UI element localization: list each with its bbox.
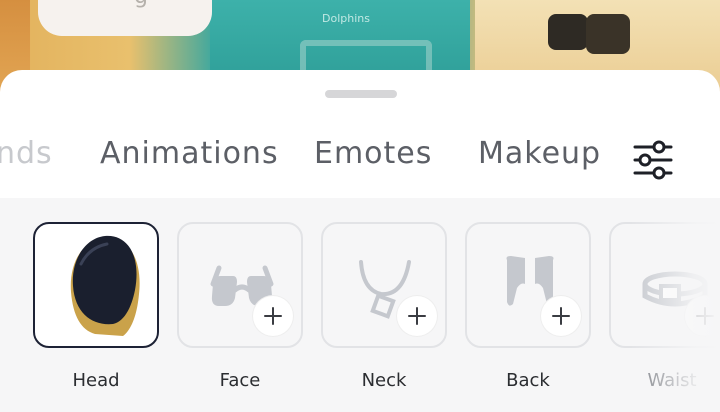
slot-waist-tile[interactable] xyxy=(609,222,720,348)
tab-makeup[interactable]: Makeup xyxy=(478,136,601,171)
filter-button[interactable] xyxy=(628,138,678,182)
slot-head-label: Head xyxy=(72,370,120,391)
slot-neck-tile[interactable] xyxy=(321,222,447,348)
add-face-button[interactable] xyxy=(253,296,293,336)
category-tabs: nds Animations Emotes Makeup xyxy=(0,136,720,184)
slot-face[interactable]: Face xyxy=(177,222,303,391)
plus-icon xyxy=(264,307,282,325)
slot-face-tile[interactable] xyxy=(177,222,303,348)
slot-head[interactable]: Head xyxy=(33,222,159,391)
slot-back-tile[interactable] xyxy=(465,222,591,348)
black-helmet-item xyxy=(70,235,140,336)
customization-sheet: nds Animations Emotes Makeup Head Face N… xyxy=(0,70,720,412)
sheet-drag-handle[interactable] xyxy=(325,90,397,98)
sliders-icon xyxy=(633,140,673,180)
plus-icon xyxy=(552,307,570,325)
scene-object xyxy=(548,14,588,50)
slot-face-label: Face xyxy=(219,370,261,391)
add-neck-button[interactable] xyxy=(397,296,437,336)
top-pill-button[interactable]: ɡ xyxy=(38,0,212,36)
slot-head-tile[interactable] xyxy=(33,222,159,348)
slot-neck-label: Neck xyxy=(361,370,407,391)
slot-waist[interactable]: Waist xyxy=(609,222,720,391)
tab-emotes[interactable]: Emotes xyxy=(314,136,432,171)
pill-glyph-icon: ɡ xyxy=(134,0,148,9)
slot-waist-label: Waist xyxy=(647,370,697,391)
tab-partial[interactable]: nds xyxy=(0,136,53,171)
add-back-button[interactable] xyxy=(541,296,581,336)
slot-neck[interactable]: Neck xyxy=(321,222,447,391)
jersey-text: Dolphins xyxy=(322,12,370,25)
slot-back[interactable]: Back xyxy=(465,222,591,391)
add-waist-button[interactable] xyxy=(685,296,720,336)
plus-icon xyxy=(408,307,426,325)
plus-icon xyxy=(696,307,714,325)
slot-back-label: Back xyxy=(506,370,550,391)
accessory-slots: Head Face Neck Back Waist xyxy=(0,198,720,412)
tab-animations[interactable]: Animations xyxy=(100,136,279,171)
scene-object xyxy=(586,14,630,54)
